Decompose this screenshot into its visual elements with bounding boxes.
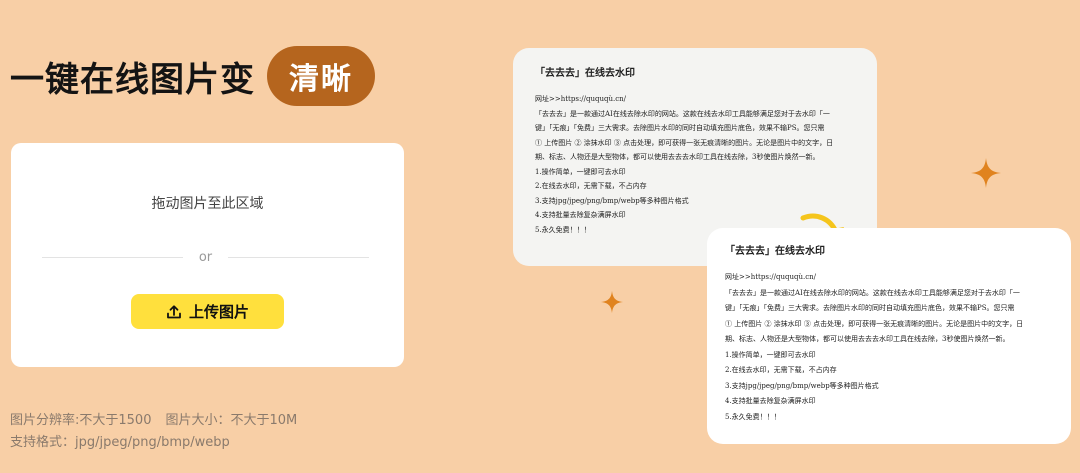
sample-line: 「去去去」是一款通过AI在线去除水印的网站。这款在线去水印工具能够满足您对于去水… xyxy=(725,288,1020,297)
sample-line: 2.在线去水印，无需下载，不占内存 xyxy=(725,366,837,374)
drag-hint: 拖动图片至此区域 xyxy=(151,196,264,212)
divider-line-left xyxy=(42,256,183,258)
sample-line: ① 上传图片 ② 涂抹水印 ③ 点击处理，即可获得一张无痕清晰的图片。无论是图片… xyxy=(725,319,1024,328)
supported-formats: 支持格式：jpg/jpeg/png/bmp/webp xyxy=(10,435,230,450)
sparkle-icon xyxy=(600,290,624,314)
sample-line: 「去去去」是一款通过AI在线去除水印的网站。这款在线去水印工具能够满足您对于去水… xyxy=(535,109,830,118)
sample-line: 3.支持jpg/jpeg/png/bmp/webp等多种图片格式 xyxy=(725,381,879,390)
sample-line: 网址>>https://ququqù.cn/ xyxy=(725,273,816,281)
headline-text: 一键在线图片变 xyxy=(10,59,255,100)
upload-requirements: 图片分辨率:不大于1500 图片大小：不大于10M xyxy=(10,409,297,428)
sample-line: 键」「无痕」「免费」三大需求。去除图片水印的同时自动填充图片底色，效果不输PS。… xyxy=(535,124,825,132)
sample-line: 2.在线去水印，无需下载，不占内存 xyxy=(535,182,647,190)
upload-button-label: 上传图片 xyxy=(188,303,249,321)
upload-dropzone[interactable]: 拖动图片至此区域 or 上传图片 xyxy=(11,143,404,367)
divider-line-right xyxy=(228,256,369,258)
sample-line: 4.支持批量去除复杂满屏水印 xyxy=(725,397,816,405)
sample-title: 「去去去」在线去水印 xyxy=(535,68,635,79)
sample-line: 键」「无痕」「免费」三大需求。去除图片水印的同时自动填充图片底色，效果不输PS。… xyxy=(725,304,1015,312)
page-headline: 一键在线图片变 清晰 xyxy=(10,46,375,106)
or-divider: or xyxy=(42,249,369,265)
sample-line: 网址>>https://ququqù.cn/ xyxy=(535,95,626,103)
upload-image-button[interactable]: 上传图片 xyxy=(131,294,284,329)
sample-line: 5.永久免费！！！ xyxy=(725,412,781,421)
sample-line: 1.操作简单，一键即可去水印 xyxy=(535,167,626,176)
upload-icon xyxy=(167,304,181,318)
sample-line: 1.操作简单，一键即可去水印 xyxy=(725,350,816,359)
headline-highlight: 清晰 xyxy=(267,46,375,106)
after-sample-image: 「去去去」在线去水印 网址>>https://ququqù.cn/ 「去去去」是… xyxy=(707,228,1071,444)
sample-line: 期、标志、人物还是大型物体，都可以使用去去去水印工具在线去除，3秒使图片焕然一新… xyxy=(535,153,820,161)
size-limit: 图片大小：不大于10M xyxy=(165,413,298,428)
sample-line: 期、标志、人物还是大型物体，都可以使用去去去水印工具在线去除，3秒使图片焕然一新… xyxy=(725,335,1010,343)
sparkle-icon xyxy=(971,158,1001,188)
sample-line: 3.支持jpg/jpeg/png/bmp/webp等多种图片格式 xyxy=(535,196,689,205)
sample-title: 「去去去」在线去水印 xyxy=(725,246,825,257)
sample-line: ① 上传图片 ② 涂抹水印 ③ 点击处理，即可获得一张无痕清晰的图片。无论是图片… xyxy=(535,138,834,147)
resolution-limit: 图片分辨率:不大于1500 xyxy=(10,413,152,428)
or-label: or xyxy=(198,249,213,265)
